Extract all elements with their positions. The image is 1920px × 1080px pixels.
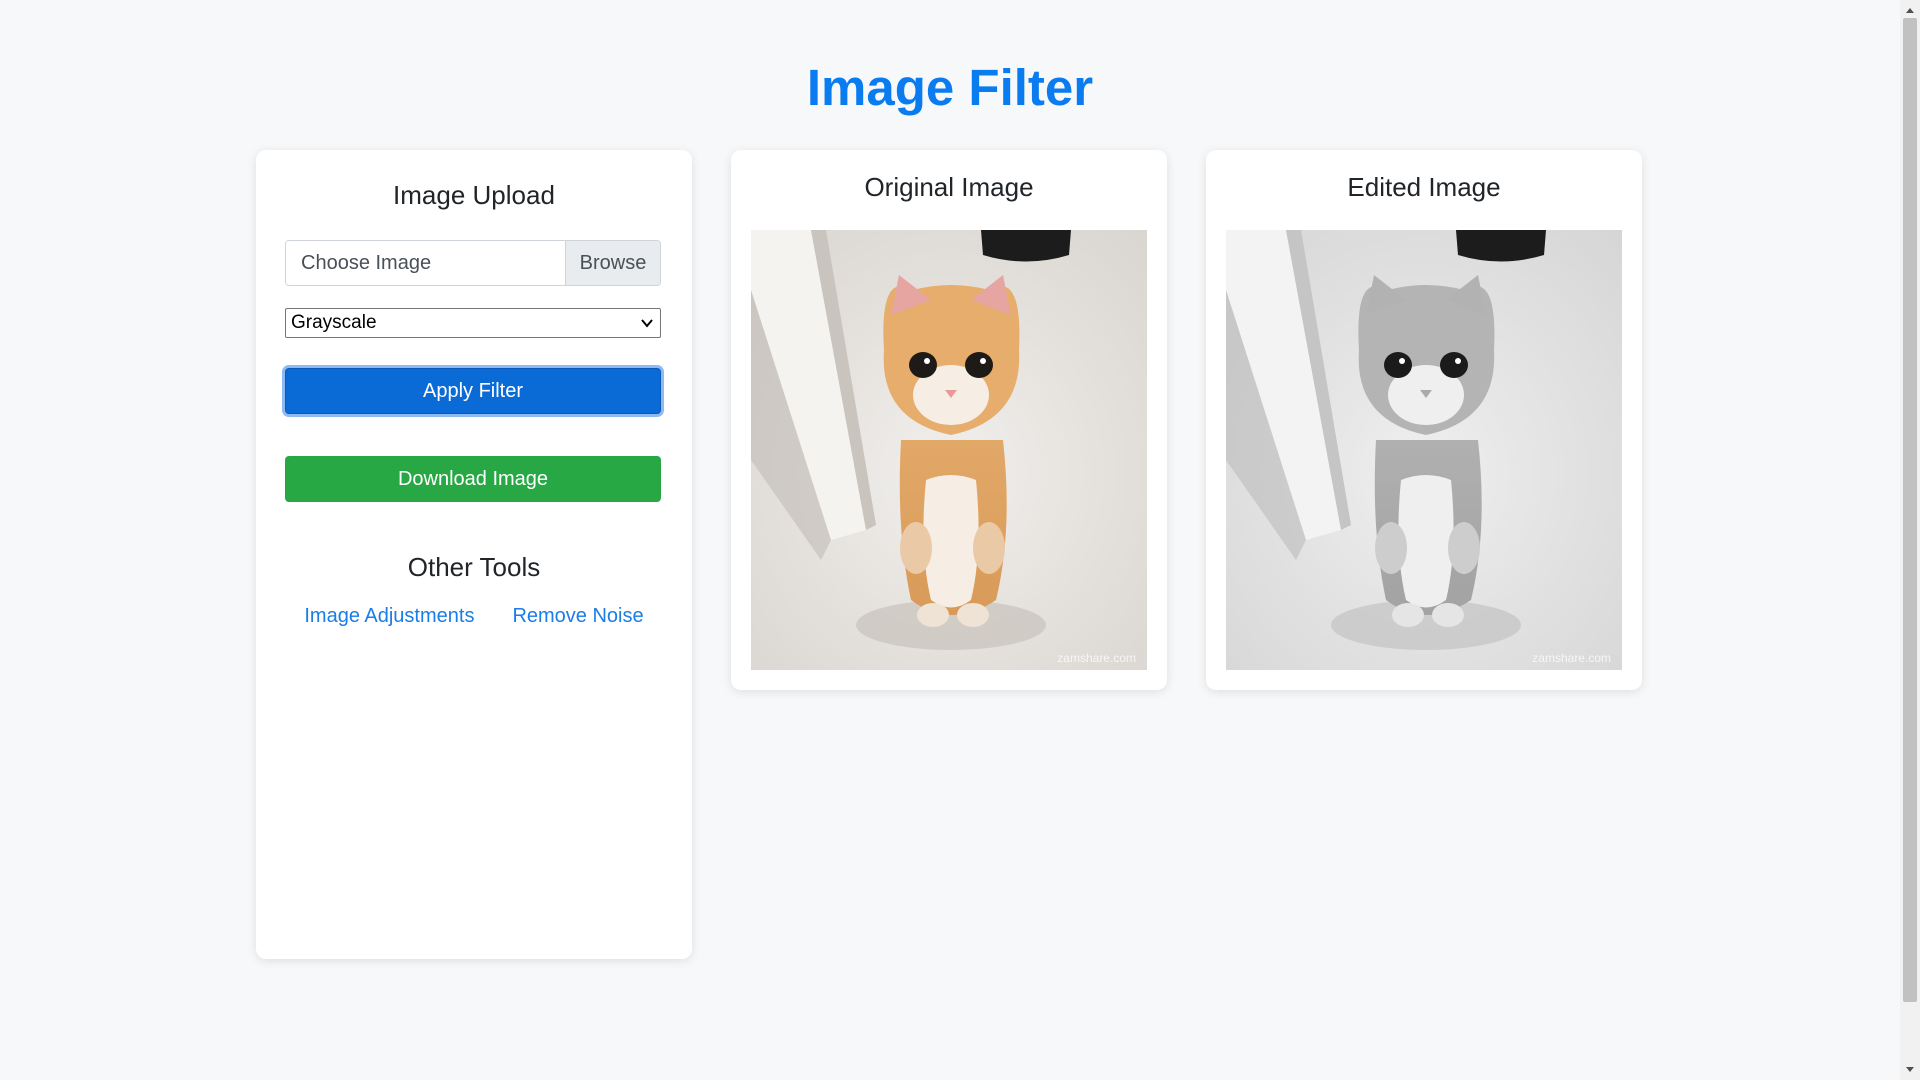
original-image: zamshare.com — [751, 230, 1147, 670]
upload-panel: Image Upload Choose Image Browse Graysca… — [256, 150, 692, 959]
scrollbar-thumb[interactable] — [1903, 18, 1917, 1002]
edited-image-heading: Edited Image — [1347, 172, 1501, 202]
chevron-down-icon — [641, 319, 653, 328]
svg-text:zamshare.com: zamshare.com — [1057, 651, 1136, 665]
original-image-heading: Original Image — [864, 172, 1034, 202]
filter-select-value: Grayscale — [291, 312, 377, 333]
browse-button[interactable]: Browse — [565, 241, 660, 285]
kitten-photo: zamshare.com — [751, 230, 1147, 670]
triangle-down-icon[interactable] — [1900, 1062, 1920, 1078]
remove-noise-link[interactable]: Remove Noise — [512, 605, 643, 628]
filter-select[interactable]: Grayscale — [285, 308, 661, 338]
original-image-panel: Original Image zamshare.com — [731, 150, 1167, 690]
image-adjustments-link[interactable]: Image Adjustments — [304, 605, 474, 628]
page-title: Image Filter — [806, 59, 1094, 116]
svg-text:zamshare.com: zamshare.com — [1532, 651, 1611, 665]
apply-filter-button[interactable]: Apply Filter — [285, 368, 661, 414]
other-tools-heading: Other Tools — [407, 552, 541, 582]
kitten-photo-grayscale: zamshare.com — [1226, 230, 1622, 670]
vertical-scrollbar[interactable] — [1900, 0, 1920, 1080]
upload-heading: Image Upload — [393, 180, 555, 210]
edited-image: zamshare.com — [1226, 230, 1622, 670]
tool-links: Image Adjustments Remove Noise — [256, 605, 692, 628]
edited-image-panel: Edited Image zamshare.com — [1206, 150, 1642, 690]
file-input-placeholder[interactable]: Choose Image — [286, 241, 565, 285]
file-input[interactable]: Choose Image Browse — [285, 240, 661, 286]
download-image-button[interactable]: Download Image — [285, 456, 661, 502]
page: Image Filter Image Upload Choose Image B… — [0, 0, 1920, 1080]
triangle-up-icon[interactable] — [1900, 2, 1920, 18]
